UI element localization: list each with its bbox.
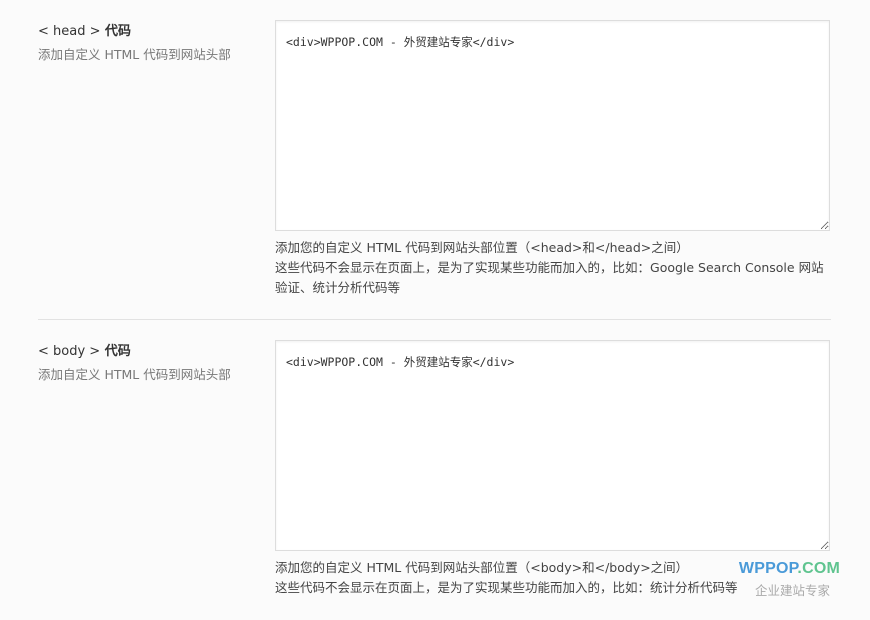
head-code-help-line: 这些代码不会显示在页面上，是为了实现某些功能而加入的，比如：Google Sea… — [275, 260, 824, 275]
watermark-brand-secondary: .COM — [797, 560, 840, 577]
head-code-title: < head > 代码 — [38, 20, 131, 39]
head-code-help: 添加您的自定义 HTML 代码到网站头部位置（<head>和</head>之间）… — [275, 238, 835, 298]
watermark-logo: WPPOP.COM — [730, 560, 840, 578]
watermark-brand-primary: WPPOP — [738, 560, 798, 577]
watermark-tagline: 企业建站专家 — [754, 583, 830, 598]
body-code-title-suffix: 代码 — [104, 344, 131, 359]
body-code-section: < body > 代码 添加自定义 HTML 代码到网站头部 添加您的自定义 H… — [38, 320, 831, 620]
head-code-help-line: 验证、统计分析代码等 — [275, 280, 401, 295]
head-code-help-line: 添加您的自定义 HTML 代码到网站头部位置（<head>和</head>之间） — [275, 240, 689, 255]
head-code-textarea[interactable] — [275, 20, 830, 231]
body-code-title: < body > 代码 — [38, 340, 131, 359]
head-code-section: < head > 代码 添加自定义 HTML 代码到网站头部 添加您的自定义 H… — [38, 0, 831, 320]
body-code-textarea[interactable] — [275, 340, 830, 551]
watermark: WPPOP.COM 企业建站专家 — [730, 560, 840, 598]
body-code-title-tag: < body > — [38, 344, 101, 359]
body-code-description: 添加自定义 HTML 代码到网站头部 — [38, 367, 231, 382]
body-code-help-line: 这些代码不会显示在页面上，是为了实现某些功能而加入的，比如：统计分析代码等 — [275, 580, 738, 595]
head-code-description: 添加自定义 HTML 代码到网站头部 — [38, 47, 231, 62]
settings-page: < head > 代码 添加自定义 HTML 代码到网站头部 添加您的自定义 H… — [0, 0, 870, 620]
head-code-title-tag: < head > — [38, 24, 101, 39]
head-code-title-suffix: 代码 — [105, 24, 132, 39]
